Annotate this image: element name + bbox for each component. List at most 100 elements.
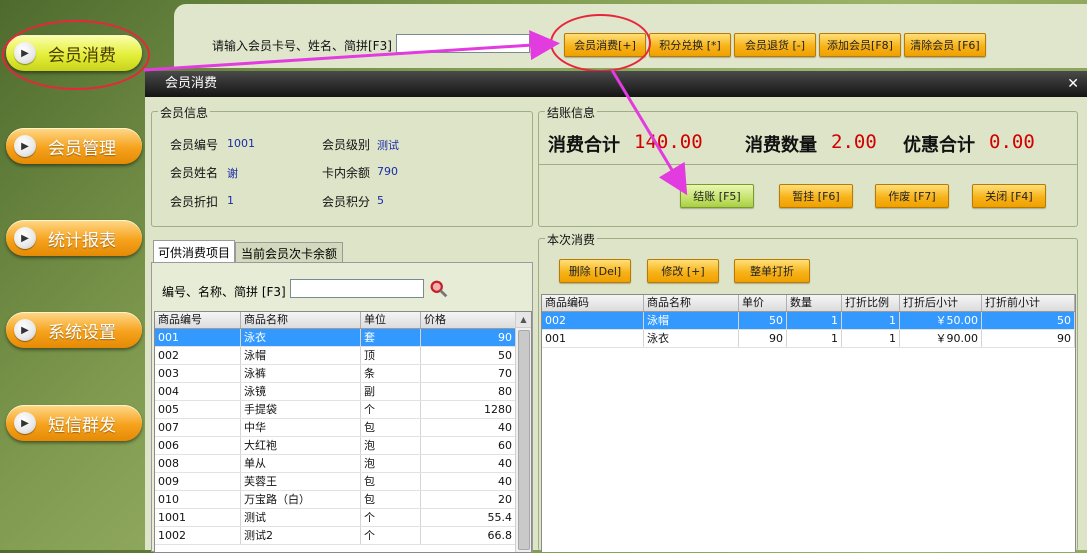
table-cell: 40 — [421, 419, 516, 436]
member-consume-button[interactable]: 会员消费[+] — [564, 33, 646, 57]
member-return-button[interactable]: 会员退货 [-] — [734, 33, 816, 57]
column-header[interactable]: 打折后小计 — [900, 295, 982, 311]
table-cell: 001 — [542, 330, 644, 347]
points-exchange-button[interactable]: 积分兑换 [*] — [649, 33, 731, 57]
search-icon[interactable] — [534, 35, 550, 51]
member-points-value: 5 — [377, 194, 384, 207]
sidebar-item-member-consume[interactable]: ▶ 会员消费 — [6, 35, 142, 71]
table-cell: 1001 — [155, 509, 241, 526]
table-cell: 泳帽 — [241, 347, 361, 364]
table-row[interactable]: 005 手提袋个 1280 — [155, 401, 516, 419]
table-cell: 002 — [155, 347, 241, 364]
table-row[interactable]: 001 泳衣套 90 — [155, 329, 516, 347]
table-cell: 1280 — [421, 401, 516, 418]
table-cell: 20 — [421, 491, 516, 508]
add-member-button[interactable]: 添加会员[F8] — [819, 33, 901, 57]
table-cell: 90 — [739, 330, 787, 347]
table-cell: 大红袍 — [241, 437, 361, 454]
column-header[interactable]: 数量 — [787, 295, 842, 311]
member-search-input[interactable] — [396, 34, 530, 53]
table-cell: 007 — [155, 419, 241, 436]
table-cell: 条 — [361, 365, 421, 382]
sidebar-item-label: 短信群发 — [48, 415, 116, 436]
column-header[interactable]: 商品编号 — [155, 312, 241, 328]
table-cell: 测试2 — [241, 527, 361, 544]
delete-button[interactable]: 删除 [Del] — [559, 259, 631, 283]
table-cell: 套 — [361, 329, 421, 346]
table-cell: 芙蓉王 — [241, 473, 361, 490]
close-icon[interactable]: ✕ — [1067, 71, 1079, 97]
table-row[interactable]: 004 泳镜副 80 — [155, 383, 516, 401]
group-title: 本次消费 — [545, 231, 598, 248]
group-title: 会员信息 — [158, 104, 211, 121]
sidebar-item-reports[interactable]: ▶ 统计报表 — [6, 220, 142, 256]
member-info-group: 会员信息 会员编号 1001 会员级别 测试 会员姓名 谢 卡内余额 790 会… — [151, 104, 533, 227]
table-row[interactable]: 003 泳裤条 70 — [155, 365, 516, 383]
column-header[interactable]: 打折比例 — [842, 295, 900, 311]
column-header[interactable]: 商品名称 — [241, 312, 361, 328]
product-table-scrollbar[interactable]: ▲ — [515, 312, 531, 552]
scroll-thumb[interactable] — [518, 330, 530, 550]
table-cell: 50 — [982, 312, 1075, 329]
table-cell: 泡 — [361, 455, 421, 472]
table-cell: 泳镜 — [241, 383, 361, 400]
table-cell: 包 — [361, 473, 421, 490]
member-search-bar: 请输入会员卡号、姓名、简拼[F3] 会员消费[+] 积分兑换 [*] 会员退货 … — [174, 4, 1087, 68]
table-row[interactable]: 007 中华包 40 — [155, 419, 516, 437]
close-button[interactable]: 关闭 [F4] — [972, 184, 1046, 208]
sidebar-item-member-manage[interactable]: ▶ 会员管理 — [6, 128, 142, 164]
table-cell: 006 — [155, 437, 241, 454]
column-header[interactable]: 单位 — [361, 312, 421, 328]
table-row[interactable]: 008 单从泡 40 — [155, 455, 516, 473]
table-cell: 1002 — [155, 527, 241, 544]
hold-button[interactable]: 暂挂 [F6] — [779, 184, 853, 208]
table-row[interactable]: 009 芙蓉王包 40 — [155, 473, 516, 491]
table-row[interactable]: 1002 测试2 个 66.8 — [155, 527, 516, 545]
table-cell: 008 — [155, 455, 241, 472]
column-header[interactable]: 打折前小计 — [982, 295, 1075, 311]
sidebar-item-label: 会员管理 — [48, 138, 116, 159]
column-header[interactable]: 商品编码 — [542, 295, 644, 311]
table-row[interactable]: 001 泳衣 90 1 1 ￥90.00 90 — [542, 330, 1075, 348]
column-header[interactable]: 单价 — [739, 295, 787, 311]
divider — [539, 164, 1077, 165]
group-title: 结账信息 — [545, 104, 598, 121]
table-row[interactable]: 002 泳帽 50 1 1 ￥50.00 50 — [542, 312, 1075, 330]
clear-member-button[interactable]: 清除会员 [F6] — [904, 33, 986, 57]
available-items-panel: 编号、名称、简拼 [F3] 商品编号 商品名称 单位 价格 001 泳衣套 90 00… — [151, 262, 533, 553]
checkout-button[interactable]: 结账 [F5] — [680, 184, 754, 208]
table-row[interactable]: 006 大红袍泡 60 — [155, 437, 516, 455]
column-header[interactable]: 商品名称 — [644, 295, 739, 311]
table-row[interactable]: 002 泳帽顶 50 — [155, 347, 516, 365]
sidebar-item-settings[interactable]: ▶ 系统设置 — [6, 312, 142, 348]
member-points-label: 会员积分 — [322, 195, 371, 209]
table-row[interactable]: 010 万宝路（白）包 20 — [155, 491, 516, 509]
quantity-value: 2.00 — [831, 131, 877, 153]
product-search-input[interactable] — [290, 279, 424, 298]
scroll-up-icon[interactable]: ▲ — [516, 312, 531, 328]
modify-button[interactable]: 修改 [+] — [647, 259, 719, 283]
column-header[interactable]: 价格 — [421, 312, 516, 328]
table-cell: 万宝路（白） — [241, 491, 361, 508]
whole-discount-button[interactable]: 整单打折 — [734, 259, 810, 283]
table-cell: 手提袋 — [241, 401, 361, 418]
table-cell: 个 — [361, 527, 421, 544]
table-cell: 80 — [421, 383, 516, 400]
play-icon: ▶ — [14, 412, 36, 434]
table-row[interactable]: 1001 测试个 55.4 — [155, 509, 516, 527]
search-icon[interactable] — [430, 280, 448, 298]
dialog-title: 会员消费 — [165, 76, 218, 91]
tab-card-balance[interactable]: 当前会员次卡余额 — [235, 242, 343, 263]
sidebar-item-sms[interactable]: ▶ 短信群发 — [6, 405, 142, 441]
member-consume-dialog: 会员消费 ✕ 会员信息 会员编号 1001 会员级别 测试 会员姓名 谢 卡内余… — [145, 71, 1087, 553]
table-cell: 副 — [361, 383, 421, 400]
current-table-header: 商品编码 商品名称 单价 数量 打折比例 打折后小计 打折前小计 — [542, 295, 1075, 312]
table-cell: 泳帽 — [644, 312, 739, 329]
tab-available-items[interactable]: 可供消费项目 — [153, 240, 235, 263]
table-cell: 001 — [155, 329, 241, 346]
void-button[interactable]: 作废 [F7] — [875, 184, 949, 208]
member-number-label: 会员编号 — [170, 138, 219, 152]
table-cell: 测试 — [241, 509, 361, 526]
play-icon: ▶ — [14, 42, 36, 64]
search-label: 请输入会员卡号、姓名、简拼[F3] — [212, 39, 392, 53]
